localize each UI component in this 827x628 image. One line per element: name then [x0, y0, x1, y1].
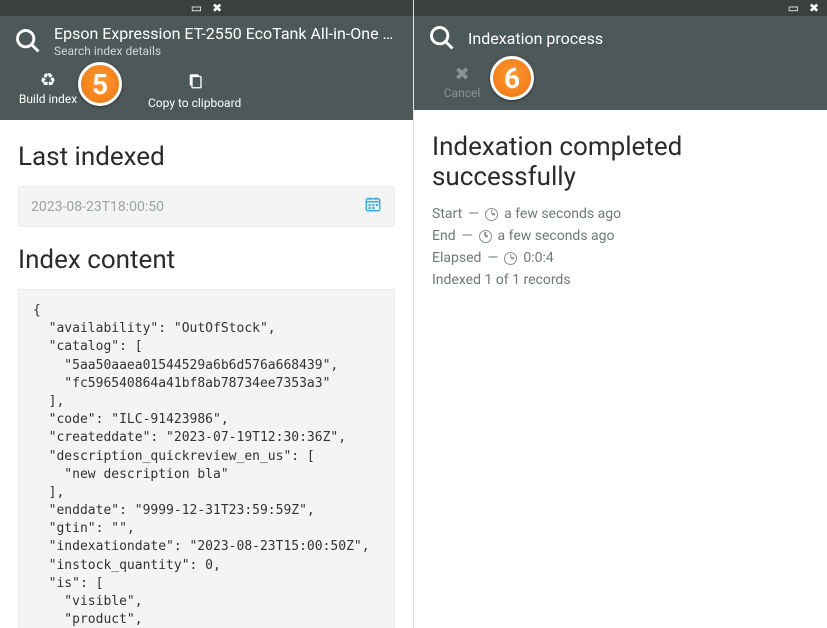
- end-value: a few seconds ago: [498, 228, 615, 244]
- indexed-count-line: Indexed 1 of 1 records: [432, 272, 809, 288]
- cancel-label: Cancel: [444, 86, 481, 100]
- search-icon: [14, 27, 42, 55]
- copy-to-clipboard-button[interactable]: Copy to clipboard: [148, 72, 241, 110]
- close-icon[interactable]: ✖: [809, 1, 819, 15]
- start-value: a few seconds ago: [504, 206, 621, 222]
- search-icon: [428, 24, 456, 52]
- indexation-result-heading: Indexation completed successfully: [432, 132, 809, 192]
- elapsed-line: Elapsed — 0:0:4: [432, 250, 809, 266]
- left-toolbar: ♻ Build index Copy to clipboard 5: [0, 66, 413, 120]
- last-indexed-value: 2023-08-23T18:00:50: [31, 199, 364, 215]
- index-content-json: { "availability": "OutOfStock", "catalog…: [18, 289, 395, 628]
- expand-icon[interactable]: ▭: [191, 1, 202, 15]
- panel-title: Epson Expression ET-2550 EcoTank All-in-…: [54, 24, 399, 43]
- calendar-icon[interactable]: [364, 195, 382, 218]
- clock-icon: [504, 252, 517, 265]
- clock-icon: [485, 208, 498, 221]
- right-panel-header: Indexation process: [414, 16, 827, 60]
- elapsed-value: 0:0:4: [523, 250, 553, 266]
- build-index-label: Build index: [19, 92, 77, 106]
- index-content-heading: Index content: [18, 245, 395, 275]
- left-panel-header: Epson Expression ET-2550 EcoTank All-in-…: [0, 16, 413, 66]
- recycle-icon: ♻: [40, 72, 56, 90]
- last-indexed-field[interactable]: 2023-08-23T18:00:50: [18, 186, 395, 227]
- copy-clipboard-label: Copy to clipboard: [148, 96, 241, 110]
- cancel-button: ✖ Cancel: [428, 66, 496, 100]
- step-badge-6: 6: [490, 56, 534, 100]
- right-toolbar: ✖ Cancel 6: [414, 60, 827, 110]
- copy-icon: [186, 72, 204, 94]
- panel-title: Indexation process: [468, 29, 813, 48]
- build-index-button[interactable]: ♻ Build index: [14, 72, 82, 110]
- close-icon[interactable]: ✖: [212, 1, 222, 15]
- panel-subtitle: Search index details: [54, 44, 399, 58]
- expand-icon[interactable]: ▭: [788, 1, 799, 15]
- left-panel-window-controls: ▭ ✖: [0, 0, 413, 16]
- start-line: Start — a few seconds ago: [432, 206, 809, 222]
- clock-icon: [479, 230, 492, 243]
- close-icon: ✖: [454, 66, 469, 84]
- right-panel-window-controls: ▭ ✖: [414, 0, 827, 16]
- last-indexed-heading: Last indexed: [18, 142, 395, 172]
- end-line: End — a few seconds ago: [432, 228, 809, 244]
- step-badge-5: 5: [78, 62, 122, 106]
